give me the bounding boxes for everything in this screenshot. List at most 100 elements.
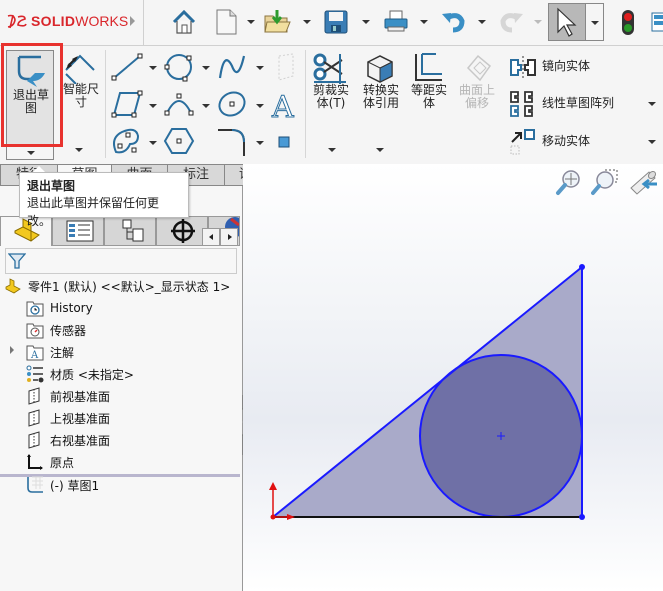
tree-item-top-plane[interactable]: 上视基准面: [26, 407, 110, 429]
slot-dropdown-arrow[interactable]: [149, 141, 157, 145]
feature-tree-filter[interactable]: [5, 248, 237, 274]
tree-item-label: 材质 <未指定>: [50, 367, 134, 382]
smart-dimension-dropdown-arrow[interactable]: [75, 148, 83, 152]
ds-logo-icon: [7, 14, 27, 29]
expand-arrow-icon[interactable]: [10, 346, 14, 354]
print-dropdown-arrow[interactable]: [420, 20, 428, 24]
exit-sketch-label: 退出草图: [12, 88, 49, 115]
polygon-tool-icon[interactable]: [163, 126, 199, 156]
panel-scroll-left[interactable]: [202, 228, 220, 246]
rectangle-tool-icon[interactable]: [110, 89, 146, 119]
move-entities-icon[interactable]: [508, 128, 538, 158]
exit-sketch-dropdown[interactable]: [6, 146, 54, 160]
feature-manager-panel: 零件1 (默认) <<默认>_显示状态 1> History 传感器 A 注解 …: [0, 186, 245, 591]
tree-item-history[interactable]: History: [26, 297, 93, 319]
chevron-left-icon: [209, 234, 213, 240]
trim-entities-label[interactable]: 剪裁实体(T): [310, 84, 352, 110]
command-manager-ribbon: 退出草图 智能尺寸 A 剪裁实体(T) 转换实体引用 等距实体 曲面上偏移 镜向…: [0, 46, 663, 164]
convert-entities-label[interactable]: 转换实体引用: [360, 84, 402, 110]
tooltip: 退出草图 退出此草图并保留任何更改。: [19, 172, 189, 228]
linear-pattern-label[interactable]: 线性草图阵列: [542, 97, 614, 110]
tree-item-right-plane[interactable]: 右视基准面: [26, 429, 110, 451]
linear-pattern-icon[interactable]: [508, 90, 538, 120]
trim-dropdown-arrow[interactable]: [328, 148, 336, 152]
save-dropdown-arrow[interactable]: [362, 20, 370, 24]
origin-y-arrow-icon[interactable]: [269, 482, 277, 490]
move-entities-dropdown-arrow[interactable]: [648, 140, 656, 144]
graphics-area[interactable]: [243, 164, 663, 591]
ellipse-dropdown-arrow[interactable]: [256, 104, 264, 108]
rebuild-traffic-light-icon[interactable]: [614, 8, 642, 36]
open-folder-icon[interactable]: [263, 8, 291, 36]
undo-dropdown-arrow[interactable]: [478, 20, 486, 24]
circle-tool-icon[interactable]: [163, 52, 199, 82]
endpoint-top[interactable]: [579, 264, 585, 270]
offset-entities-icon[interactable]: [412, 52, 444, 84]
tree-item-label: 原点: [50, 455, 75, 470]
text-tool-icon[interactable]: A: [270, 89, 302, 122]
save-icon[interactable]: [322, 8, 350, 36]
panel-scroll-right[interactable]: [220, 228, 238, 246]
tree-item-label: 前视基准面: [50, 389, 111, 404]
cursor-arrow-icon: [557, 7, 577, 37]
sensor-folder-icon: [26, 321, 44, 339]
line-dropdown-arrow[interactable]: [149, 66, 157, 70]
new-dropdown-arrow[interactable]: [247, 20, 255, 24]
ellipse-tool-icon[interactable]: [216, 89, 252, 119]
tree-item-label: 注解: [50, 345, 75, 360]
exit-sketch-button[interactable]: 退出草图: [6, 50, 54, 146]
tree-item-annotations[interactable]: A 注解: [26, 341, 74, 363]
origin-point[interactable]: [270, 514, 276, 520]
rectangle-dropdown-arrow[interactable]: [149, 104, 157, 108]
linear-pattern-dropdown-arrow[interactable]: [648, 102, 656, 106]
solidworks-logo[interactable]: SOLID WORKS: [6, 12, 128, 30]
quick-access-toolbar: SOLID WORKS: [0, 0, 663, 46]
line-tool-icon[interactable]: [110, 52, 146, 82]
offset-entities-label[interactable]: 等距实体: [408, 84, 450, 110]
tree-root-part[interactable]: 零件1 (默认) <<默认>_显示状态 1>: [4, 275, 230, 297]
fillet-dropdown-arrow[interactable]: [256, 141, 264, 145]
tree-item-front-plane[interactable]: 前视基准面: [26, 385, 110, 407]
open-dropdown-arrow[interactable]: [303, 20, 311, 24]
tree-item-sensors[interactable]: 传感器: [26, 319, 86, 341]
move-entities-label[interactable]: 移动实体: [542, 135, 590, 148]
tree-item-sketch1[interactable]: (-) 草图1: [26, 474, 99, 496]
new-document-icon[interactable]: [212, 8, 240, 36]
endpoint-bottom-right[interactable]: [579, 514, 585, 520]
tree-item-label: 传感器: [50, 323, 87, 338]
origin-icon: [26, 453, 44, 471]
trim-entities-icon[interactable]: [312, 52, 348, 84]
convert-entities-icon[interactable]: [364, 52, 396, 84]
tree-item-label: 右视基准面: [50, 433, 111, 448]
home-icon[interactable]: [170, 8, 198, 36]
slot-tool-icon[interactable]: [110, 126, 146, 156]
chevron-down-icon: [27, 151, 35, 155]
point-tool-icon[interactable]: [278, 136, 290, 148]
tree-item-material[interactable]: 材质 <未指定>: [26, 363, 134, 385]
circle-dropdown-arrow[interactable]: [202, 66, 210, 70]
select-button[interactable]: [548, 3, 586, 41]
svg-text:A: A: [30, 350, 39, 361]
spline-dropdown-arrow[interactable]: [256, 66, 264, 70]
redo-icon: [500, 13, 523, 33]
smart-dimension-label[interactable]: 智能尺寸: [60, 83, 102, 109]
chevron-down-icon: [591, 21, 599, 25]
select-dropdown[interactable]: [586, 3, 604, 41]
arc-dropdown-arrow[interactable]: [202, 104, 210, 108]
options-icon[interactable]: [650, 8, 663, 36]
mirror-entities-icon[interactable]: [508, 56, 538, 78]
mirror-entities-label[interactable]: 镜向实体: [542, 60, 590, 73]
tooltip-body: 退出此草图并保留任何更改。: [27, 196, 160, 228]
menu-expand-arrow-icon[interactable]: [130, 16, 135, 26]
tree-root-label: 零件1 (默认) <<默认>_显示状态 1>: [28, 279, 231, 294]
undo-icon[interactable]: [440, 8, 468, 36]
fillet-tool-icon[interactable]: [216, 126, 252, 156]
ribbon-divider: [105, 50, 106, 158]
arc-tool-icon[interactable]: [163, 89, 199, 119]
smart-dimension-icon[interactable]: [62, 52, 98, 84]
sketch-canvas[interactable]: [243, 164, 663, 591]
spline-tool-icon[interactable]: [216, 52, 252, 82]
tree-item-origin[interactable]: 原点: [26, 451, 74, 473]
print-icon[interactable]: [382, 8, 410, 36]
convert-dropdown-arrow[interactable]: [376, 148, 384, 152]
